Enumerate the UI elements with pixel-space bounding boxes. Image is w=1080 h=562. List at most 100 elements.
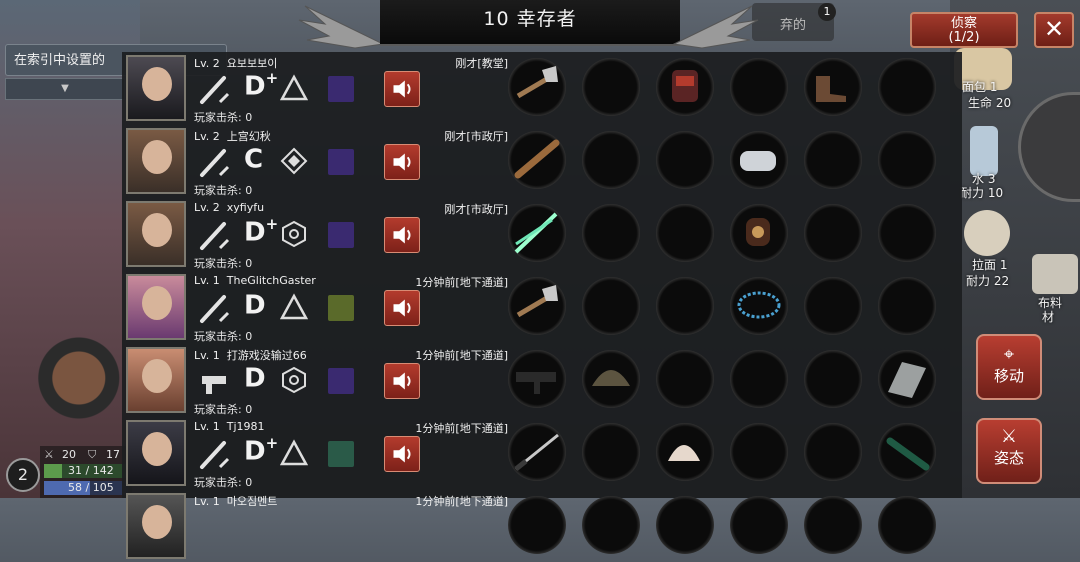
- grade-label: C: [244, 144, 263, 175]
- equipment-slot[interactable]: [804, 350, 862, 408]
- equipment-slot[interactable]: [878, 496, 936, 554]
- face-icon: [142, 67, 172, 101]
- equipment-slot[interactable]: [878, 204, 936, 262]
- equipment-slot[interactable]: [804, 496, 862, 554]
- necklace-icon: [737, 291, 781, 319]
- speaker-button[interactable]: [384, 144, 420, 180]
- skill-icon[interactable]: [328, 222, 354, 248]
- survivor-list-panel[interactable]: Lv. 2 요보보보이 刚才[教堂] 玩家击杀: 0 D+ Lv. 2 上宫幻秋 刚才[…: [122, 52, 962, 559]
- class-icon: [282, 366, 306, 394]
- equipment-slot[interactable]: [508, 58, 566, 116]
- equipment-slot[interactable]: [582, 350, 640, 408]
- survivor-row[interactable]: Lv. 2 요보보보이 刚才[教堂] 玩家击杀: 0 D+: [122, 52, 962, 124]
- survivor-level-name: Lv. 2 요보보보이: [194, 55, 277, 71]
- equipment-slot[interactable]: [582, 204, 640, 262]
- survivor-row[interactable]: Lv. 1 마오짐멘트 1分钟前[地下通道]: [122, 490, 962, 562]
- skill-icon[interactable]: [328, 441, 354, 467]
- ramen-icon: [964, 210, 1010, 256]
- hp-bar: 31 / 142: [44, 464, 128, 478]
- survivor-location: 刚才[教堂]: [455, 57, 508, 70]
- equipment-slot[interactable]: [582, 277, 640, 335]
- equipment-slot[interactable]: [508, 350, 566, 408]
- equipment-slot[interactable]: [508, 277, 566, 335]
- equipment-slot[interactable]: [804, 58, 862, 116]
- skill-icon[interactable]: [328, 149, 354, 175]
- equipment-slot[interactable]: [508, 131, 566, 189]
- equipment-slot[interactable]: [804, 277, 862, 335]
- survivor-portrait[interactable]: [126, 128, 186, 194]
- smg-icon: [516, 372, 556, 394]
- crossed-swords-icon: ⚔: [1000, 426, 1018, 447]
- skill-icon[interactable]: [328, 368, 354, 394]
- recon-button[interactable]: 侦察 (1/2): [910, 12, 1018, 48]
- equipment-slot[interactable]: [878, 131, 936, 189]
- equipment-slot[interactable]: [878, 58, 936, 116]
- class-icon: [280, 74, 308, 101]
- speaker-icon: [393, 80, 411, 98]
- equipment-slot[interactable]: [656, 277, 714, 335]
- equipment-slot[interactable]: [730, 350, 788, 408]
- speaker-button[interactable]: [384, 217, 420, 253]
- move-button[interactable]: ⌖ 移动: [976, 334, 1042, 400]
- equipment-slot[interactable]: [730, 496, 788, 554]
- equipment-slot[interactable]: [508, 496, 566, 554]
- hatchet-icon: [516, 285, 558, 318]
- skill-icon[interactable]: [328, 295, 354, 321]
- equipment-slot[interactable]: [656, 350, 714, 408]
- equipment-slot[interactable]: [582, 423, 640, 481]
- equipment-slot[interactable]: [730, 204, 788, 262]
- survivor-level: Lv. 2: [194, 130, 220, 143]
- equipment-slot[interactable]: [582, 131, 640, 189]
- survivor-portrait[interactable]: [126, 493, 186, 559]
- equipment-slot[interactable]: [878, 350, 936, 408]
- equipment-slot[interactable]: [508, 204, 566, 262]
- speaker-button[interactable]: [384, 290, 420, 326]
- class-icon: [282, 220, 306, 248]
- speaker-button[interactable]: [384, 436, 420, 472]
- speaker-button[interactable]: [384, 71, 420, 107]
- survivor-row[interactable]: Lv. 1 TheGlitchGaster 1分钟前[地下通道] 玩家击杀: 0 D: [122, 271, 962, 343]
- equipment-slot[interactable]: [878, 423, 936, 481]
- equipment-slot[interactable]: [656, 496, 714, 554]
- survivor-portrait[interactable]: [126, 420, 186, 486]
- equipment-slot[interactable]: [656, 58, 714, 116]
- attack-icon: ⚔: [44, 448, 54, 461]
- close-button[interactable]: ✕: [1034, 12, 1074, 48]
- survivor-row[interactable]: Lv. 1 打游戏没输过66 1分钟前[地下通道] 玩家击杀: 0 D: [122, 344, 962, 416]
- equipment-slot[interactable]: [730, 131, 788, 189]
- survivor-row[interactable]: Lv. 1 Tj1981 1分钟前[地下通道] 玩家击杀: 0 D+: [122, 417, 962, 489]
- equipment-slot[interactable]: [656, 423, 714, 481]
- stance-button[interactable]: ⚔ 姿态: [976, 418, 1042, 484]
- survivor-kills: 玩家击杀: 0: [194, 257, 253, 270]
- equipment-slot[interactable]: [656, 131, 714, 189]
- survivor-row[interactable]: Lv. 2 xyfiyfu 刚才[市政厅] 玩家击杀: 0 D+: [122, 198, 962, 270]
- equipment-slot[interactable]: [508, 423, 566, 481]
- equipment-slot[interactable]: [804, 131, 862, 189]
- face-icon: [142, 213, 172, 247]
- search-dropdown[interactable]: ▼: [5, 78, 125, 100]
- equipment-slot[interactable]: [730, 58, 788, 116]
- defense-value: 17: [106, 448, 120, 461]
- survivor-row[interactable]: Lv. 2 上宫幻秋 刚才[市政厅] 玩家击杀: 0 C: [122, 125, 962, 197]
- survivor-level: Lv. 2: [194, 57, 220, 70]
- equipment-slot[interactable]: [878, 277, 936, 335]
- equipment-slot[interactable]: [730, 423, 788, 481]
- speaker-button[interactable]: [384, 363, 420, 399]
- skill-icon[interactable]: [328, 76, 354, 102]
- equipment-slot[interactable]: [804, 423, 862, 481]
- side-item-cloth[interactable]: 布料 材: [1030, 250, 1080, 330]
- equipment-slot[interactable]: [804, 204, 862, 262]
- equipment-slot[interactable]: [582, 58, 640, 116]
- cloth-icon: [1032, 254, 1078, 294]
- equipment-slot[interactable]: [730, 277, 788, 335]
- survivor-portrait[interactable]: [126, 55, 186, 121]
- equipment-slot[interactable]: [582, 496, 640, 554]
- survivor-portrait[interactable]: [126, 274, 186, 340]
- survivor-portrait[interactable]: [126, 347, 186, 413]
- baton-icon: [886, 437, 930, 471]
- survivor-level-name: Lv. 1 마오짐멘트: [194, 493, 277, 509]
- equipment-slot[interactable]: [656, 204, 714, 262]
- survivor-kills: 玩家击杀: 0: [194, 403, 253, 416]
- survivor-portrait[interactable]: [126, 201, 186, 267]
- survivor-name: 打游戏没输过66: [226, 349, 307, 362]
